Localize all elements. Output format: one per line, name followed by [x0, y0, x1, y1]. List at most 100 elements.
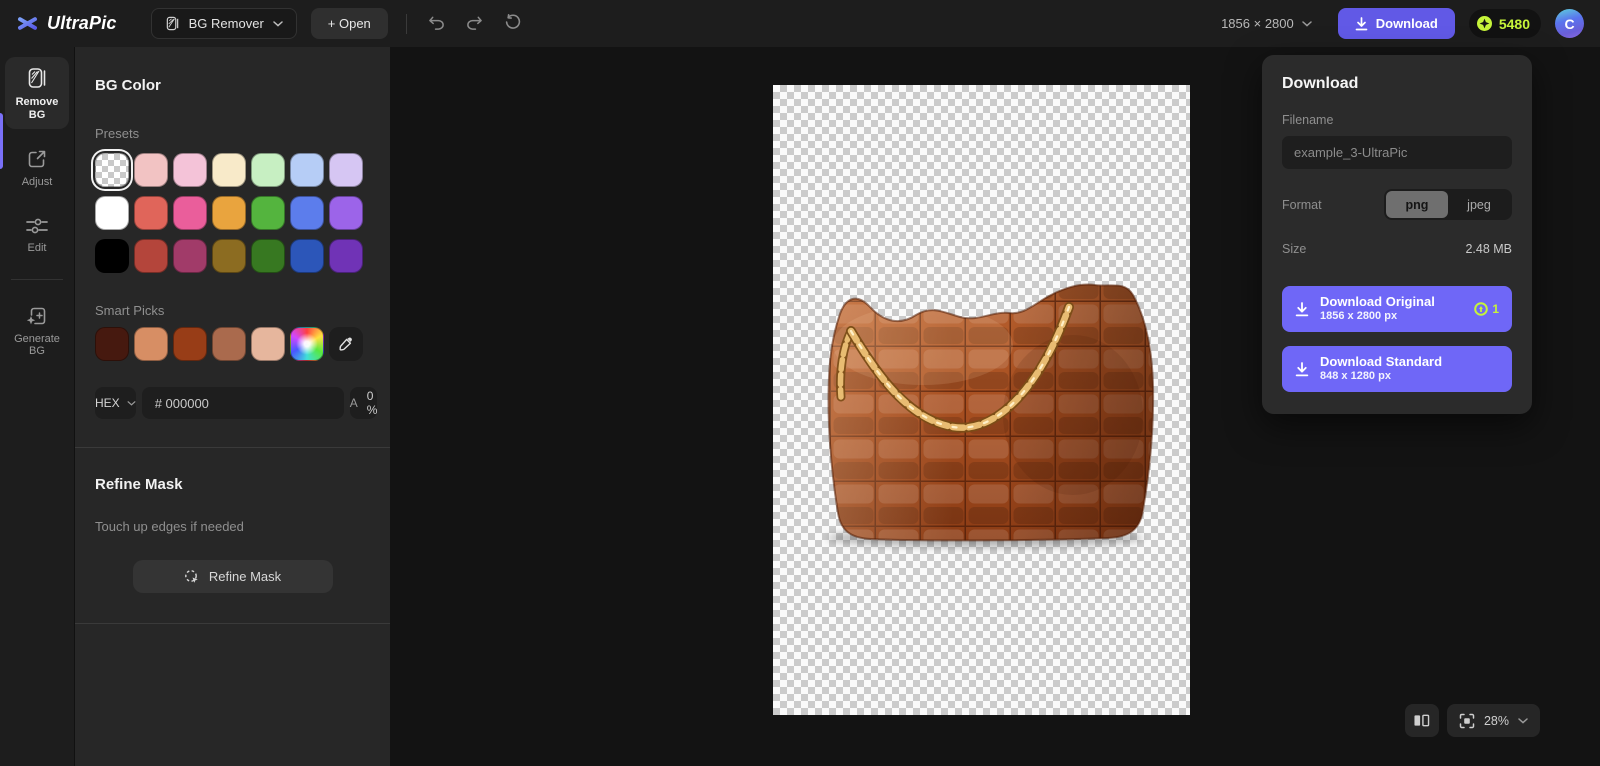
color-swatch[interactable] [95, 196, 129, 230]
color-swatch[interactable] [251, 196, 285, 230]
color-swatch[interactable] [329, 196, 363, 230]
coin-icon [1476, 15, 1493, 32]
color-mode-dropdown[interactable]: HEX [95, 387, 136, 419]
color-swatch[interactable] [212, 327, 246, 361]
credits-badge[interactable]: 5480 [1469, 9, 1541, 38]
redo-icon [466, 15, 483, 30]
compare-icon [1413, 713, 1430, 728]
color-swatch[interactable] [212, 153, 246, 187]
open-button[interactable]: + Open [311, 8, 388, 39]
rail-item-label: Adjust [22, 176, 53, 189]
remove-bg-icon [25, 66, 49, 90]
format-option-jpeg[interactable]: jpeg [1448, 191, 1510, 218]
rail-item-label: Edit [28, 242, 47, 255]
presets-label: Presets [95, 126, 370, 141]
undo-button[interactable] [425, 15, 449, 33]
color-swatch[interactable] [329, 153, 363, 187]
canvas-size-dropdown[interactable]: 1856 × 2800 [1221, 16, 1312, 31]
hex-value-input[interactable] [142, 387, 344, 419]
rail-item-edit[interactable]: Edit [5, 207, 69, 263]
chevron-down-icon [273, 21, 283, 27]
color-swatch[interactable] [290, 327, 324, 361]
rail-item-label: Generate BG [7, 333, 67, 358]
format-option-png[interactable]: png [1386, 191, 1448, 218]
refine-mask-button[interactable]: Refine Mask [133, 560, 333, 593]
bg-color-title: BG Color [95, 77, 370, 94]
rail-divider [11, 279, 63, 280]
color-swatch[interactable] [95, 327, 129, 361]
format-segmented-control: png jpeg [1384, 189, 1512, 220]
color-swatch[interactable] [212, 196, 246, 230]
color-swatch[interactable] [290, 196, 324, 230]
color-swatch[interactable] [173, 153, 207, 187]
color-swatch[interactable] [134, 196, 168, 230]
download-button-label: Download [1376, 16, 1438, 31]
topbar: UltraPic BG Remover + Open [0, 0, 1600, 47]
download-original-button[interactable]: Download Original 1856 x 2800 px 1 [1282, 286, 1512, 332]
chevron-down-icon [127, 401, 136, 406]
chevron-down-icon [1302, 21, 1312, 27]
color-value-row: HEX A 0 % [95, 387, 370, 419]
app-root: UltraPic BG Remover + Open [0, 0, 1600, 766]
size-row: Size 2.48 MB [1282, 242, 1512, 256]
rail-item-label: Remove BG [7, 96, 67, 121]
reset-icon [505, 14, 521, 30]
zoom-control[interactable]: 28% [1447, 704, 1540, 737]
format-row: Format png jpeg [1282, 189, 1512, 220]
color-swatch[interactable] [95, 239, 129, 273]
size-label: Size [1282, 242, 1306, 256]
alpha-value: 0 % [367, 389, 378, 417]
compare-button[interactable] [1405, 704, 1439, 737]
redo-button[interactable] [463, 15, 487, 33]
rail-item-remove-bg[interactable]: Remove BG [5, 57, 69, 129]
cost-value: 1 [1492, 302, 1499, 316]
color-swatch[interactable] [329, 239, 363, 273]
download-standard-button[interactable]: Download Standard 848 x 1280 px [1282, 346, 1512, 392]
color-swatch[interactable] [251, 327, 285, 361]
size-value: 2.48 MB [1465, 242, 1512, 256]
color-swatch[interactable] [212, 239, 246, 273]
reset-button[interactable] [501, 14, 525, 33]
smart-picks-label: Smart Picks [95, 303, 370, 318]
color-swatch[interactable] [251, 239, 285, 273]
color-swatch[interactable] [134, 327, 168, 361]
refine-mask-subtitle: Touch up edges if needed [95, 519, 370, 534]
eyedropper-button[interactable] [329, 327, 363, 361]
open-button-label: + Open [328, 16, 371, 31]
color-swatch[interactable] [134, 239, 168, 273]
user-avatar[interactable]: C [1555, 9, 1584, 38]
color-swatch[interactable] [251, 153, 285, 187]
color-swatch[interactable] [290, 153, 324, 187]
fit-screen-icon [1459, 713, 1475, 729]
rail-item-adjust[interactable]: Adjust [5, 139, 69, 197]
color-swatch[interactable] [173, 327, 207, 361]
refine-mask-button-label: Refine Mask [209, 569, 281, 584]
download-standard-title: Download Standard [1320, 354, 1499, 370]
bag-body [813, 275, 1163, 555]
bg-color-panel: BG Color Presets Smart Picks [75, 47, 390, 766]
color-swatch[interactable] [173, 239, 207, 273]
brand-name: UltraPic [47, 13, 117, 34]
format-label: Format [1282, 198, 1322, 212]
eyedropper-icon [338, 336, 354, 352]
alpha-input[interactable]: A 0 % [350, 387, 378, 419]
tool-selector-dropdown[interactable]: BG Remover [151, 8, 297, 39]
preset-row-2 [95, 196, 370, 230]
preset-row-1 [95, 153, 370, 187]
subject-image-woven-bag [773, 85, 1190, 715]
color-swatch[interactable] [95, 153, 129, 187]
canvas[interactable] [773, 85, 1190, 715]
download-button[interactable]: Download [1338, 8, 1455, 39]
generate-bg-icon [26, 305, 48, 327]
filename-input[interactable] [1282, 136, 1512, 169]
color-swatch[interactable] [290, 239, 324, 273]
download-original-size: 1856 x 2800 px [1320, 310, 1463, 324]
preset-row-3 [95, 239, 370, 273]
download-icon [1295, 362, 1309, 377]
rail-item-generate-bg[interactable]: Generate BG [5, 296, 69, 366]
color-swatch[interactable] [134, 153, 168, 187]
color-swatch[interactable] [173, 196, 207, 230]
undo-icon [428, 15, 445, 30]
brand-logo: UltraPic [16, 12, 117, 35]
refine-mask-title: Refine Mask [95, 476, 370, 493]
